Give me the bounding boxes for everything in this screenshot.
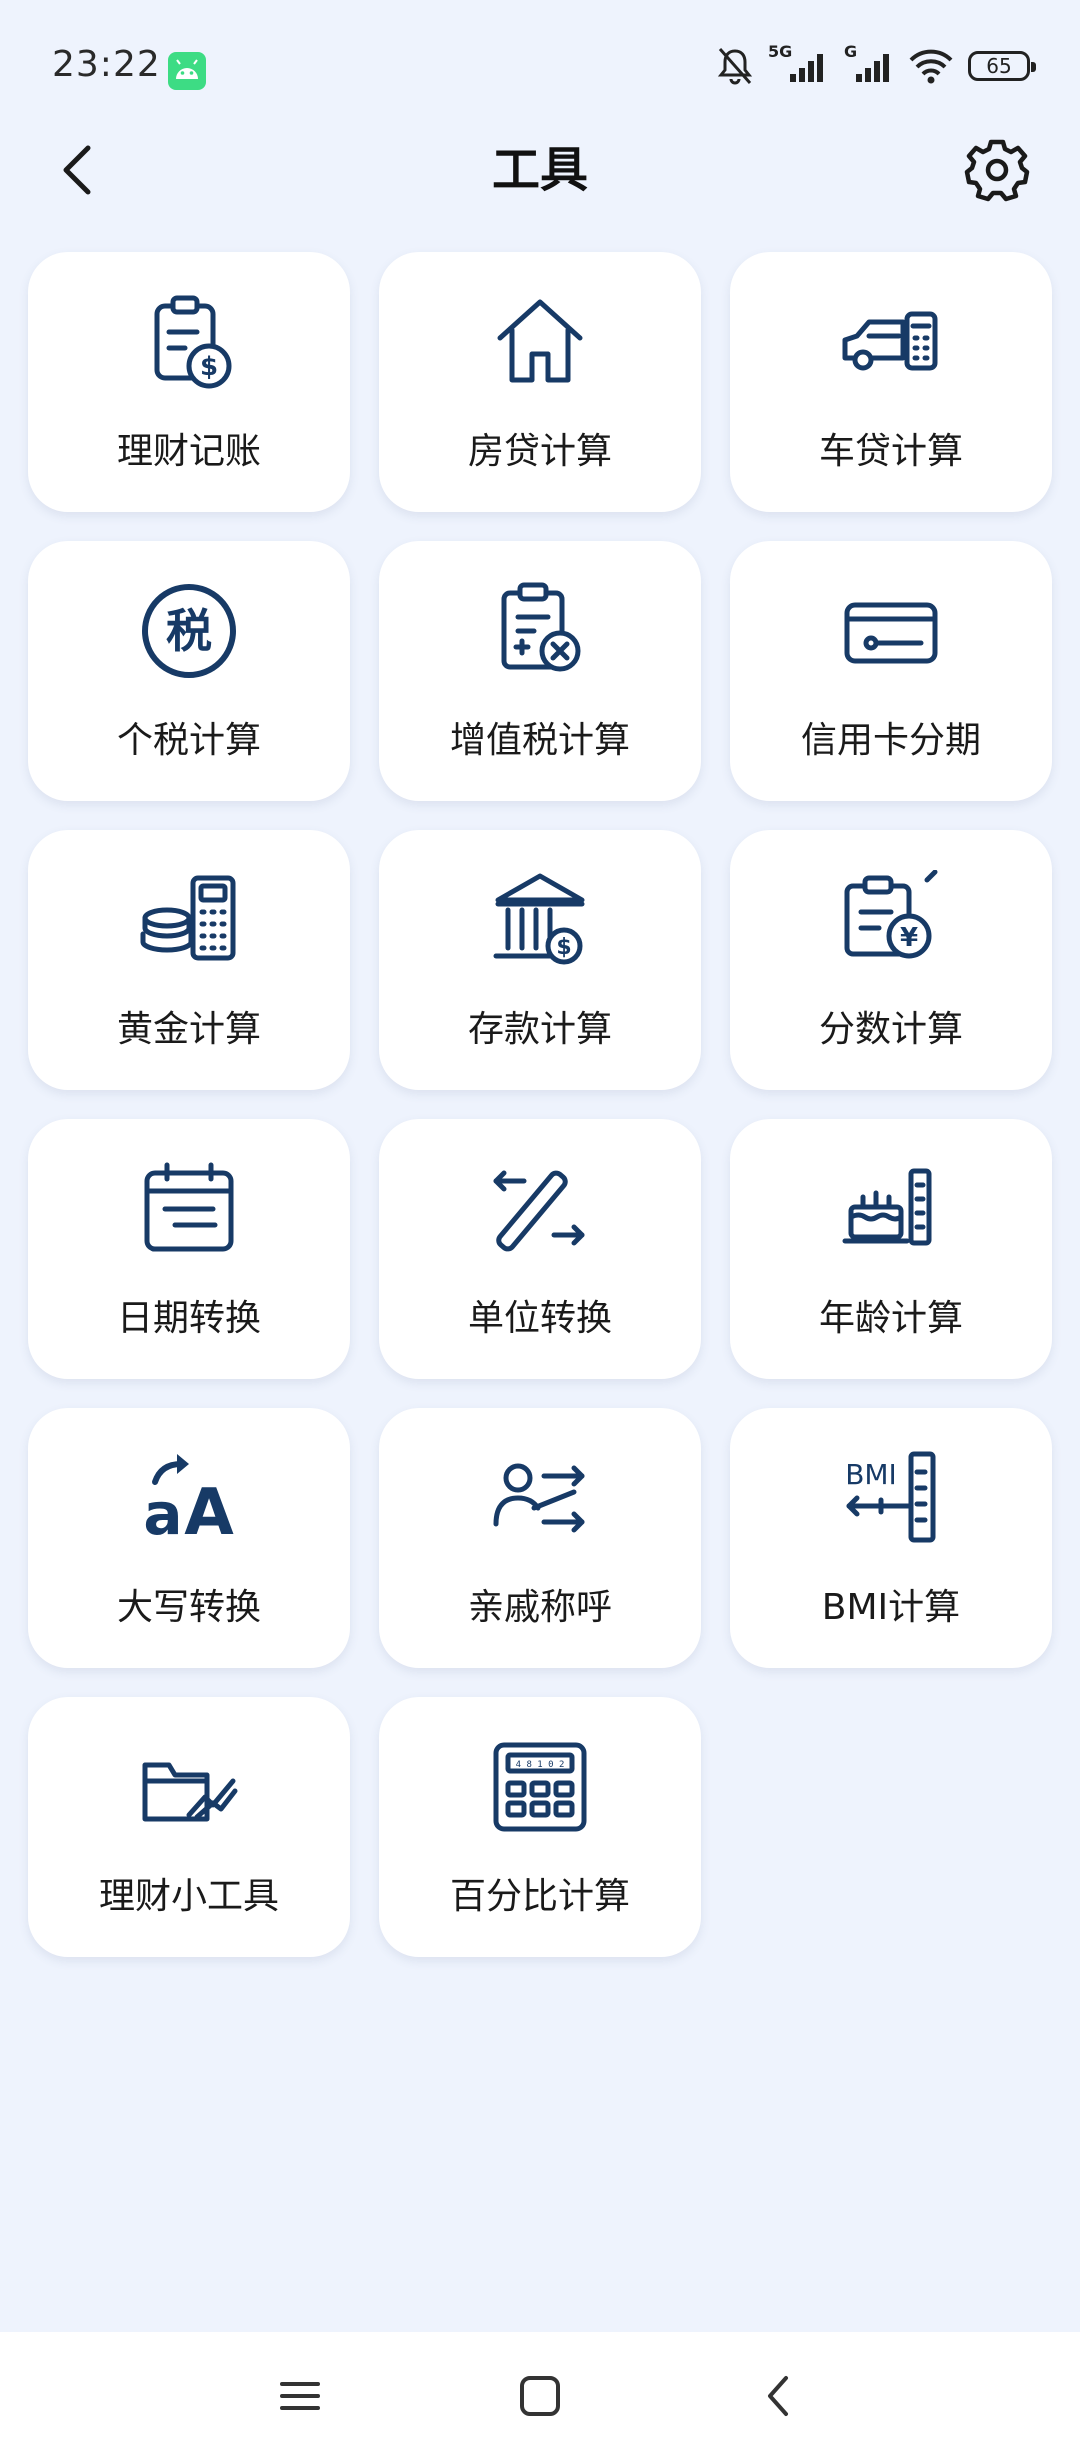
dollar-glyph: $ (200, 352, 218, 382)
page-title: 工具 (491, 142, 588, 198)
tool-deposit[interactable]: $ 存款计算 (379, 830, 701, 1090)
bmi-glyph: BMI (845, 1458, 897, 1491)
tool-label: 亲戚称呼 (467, 1587, 612, 1628)
status-bar: 23:22 5G G 65 (0, 0, 1080, 130)
dollar-glyph: $ (556, 935, 571, 960)
tool-date-convert[interactable]: 日期转换 (28, 1119, 350, 1379)
ruler-arrows-icon (493, 1170, 585, 1252)
folder-chart-icon (142, 1762, 238, 1822)
tool-label: 存款计算 (467, 1009, 612, 1050)
yen-glyph: ¥ (900, 923, 918, 953)
tool-label: 分数计算 (818, 1009, 963, 1050)
home-icon[interactable] (510, 2366, 570, 2426)
status-icons: 5G G 65 (716, 42, 1036, 88)
case-convert-icon: a A (143, 1454, 234, 1548)
bell-off-icon (717, 48, 753, 85)
menu-icon[interactable] (270, 2366, 330, 2426)
tool-label: 信用卡分期 (800, 720, 981, 761)
tool-wealth-bookkeeping[interactable]: $ 理财记账 (28, 252, 350, 512)
calc-display-digits: 4 8 1 0 2 (516, 1760, 565, 1770)
tool-car-loan[interactable]: 车贷计算 (730, 252, 1052, 512)
tool-label: 黄金计算 (116, 1009, 261, 1050)
nav-back-icon[interactable] (750, 2366, 810, 2426)
case-small-glyph: a (143, 1480, 182, 1548)
tool-label: 单位转换 (467, 1298, 612, 1339)
tool-bmi[interactable]: BMI BMI计算 (730, 1408, 1052, 1668)
battery-icon: 65 (968, 51, 1036, 81)
tool-label: 百分比计算 (449, 1876, 630, 1917)
tool-vat[interactable]: 增值税计算 (379, 541, 701, 801)
tool-percentage[interactable]: 4 8 1 0 2 百分比计算 (379, 1697, 701, 1957)
clipboard-yen-icon: ¥ (844, 870, 938, 959)
calculator-icon: 4 8 1 0 2 (493, 1742, 587, 1832)
tool-label: 理财小工具 (98, 1876, 279, 1917)
calendar-icon (144, 1162, 234, 1252)
tool-credit-card[interactable]: 信用卡分期 (730, 541, 1052, 801)
clipboard-multiply-icon (501, 582, 581, 672)
credit-card-icon (844, 602, 938, 664)
tool-finance-utilities[interactable]: 理财小工具 (28, 1697, 350, 1957)
signal-5g-icon: 5G (768, 42, 830, 86)
battery-level: 65 (986, 54, 1012, 78)
tool-unit-convert[interactable]: 单位转换 (379, 1119, 701, 1379)
car-calculator-icon (842, 311, 938, 371)
house-icon (497, 299, 583, 383)
case-big-glyph: A (184, 1476, 234, 1548)
tool-label: 理财记账 (116, 431, 261, 472)
tax-glyph: 税 (166, 604, 212, 658)
person-arrows-icon (493, 1463, 585, 1533)
top-bar: 工具 (0, 120, 1080, 220)
tool-label: 增值税计算 (449, 720, 630, 761)
tool-income-tax[interactable]: 税 个税计算 (28, 541, 350, 801)
tool-label: 日期转换 (116, 1298, 261, 1339)
gear-icon[interactable] (962, 135, 1032, 205)
tool-label: 车贷计算 (818, 431, 963, 472)
tool-mortgage[interactable]: 房贷计算 (379, 252, 701, 512)
coins-calculator-icon (140, 875, 236, 961)
signal-g-icon: G (844, 42, 894, 86)
tool-gold[interactable]: 黄金计算 (28, 830, 350, 1090)
tool-label: 个税计算 (116, 720, 261, 761)
android-notification-icon (168, 52, 206, 90)
tool-age[interactable]: 年龄计算 (730, 1119, 1052, 1379)
tool-fraction[interactable]: ¥ 分数计算 (730, 830, 1052, 1090)
tool-label: 年龄计算 (818, 1298, 963, 1339)
tool-case-convert[interactable]: a A 大写转换 (28, 1408, 350, 1668)
wifi-icon (909, 49, 953, 84)
tool-label: 大写转换 (116, 1587, 261, 1628)
cake-ruler-icon (842, 1168, 932, 1246)
status-time: 23:22 (52, 44, 161, 85)
tool-label: 房贷计算 (467, 431, 612, 472)
bmi-ruler-icon: BMI (845, 1451, 936, 1543)
clipboard-dollar-icon: $ (154, 295, 232, 389)
tool-relatives[interactable]: 亲戚称呼 (379, 1408, 701, 1668)
tax-char-icon: 税 (142, 584, 236, 678)
system-nav-bar (0, 2332, 1080, 2460)
tool-label: BMI计算 (821, 1587, 961, 1628)
bank-dollar-icon: $ (493, 873, 585, 965)
